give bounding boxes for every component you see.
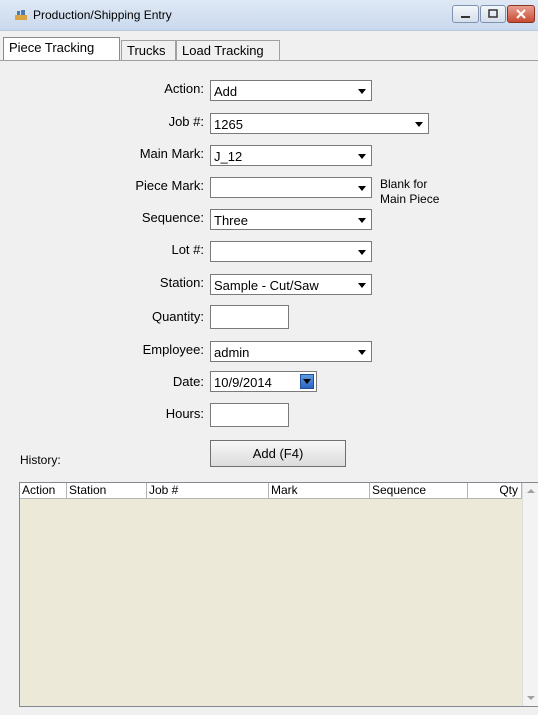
chevron-down-icon — [354, 243, 370, 260]
station-value: Sample - Cut/Saw — [214, 278, 319, 293]
tab-load-tracking[interactable]: Load Tracking — [176, 40, 280, 60]
scroll-down-icon[interactable] — [527, 696, 535, 700]
date-value: 10/9/2014 — [214, 375, 272, 390]
app-icon — [15, 10, 27, 20]
action-value: Add — [214, 84, 238, 99]
tab-strip: Piece Tracking Trucks Load Tracking — [0, 36, 538, 61]
lot-select[interactable] — [210, 241, 372, 262]
station-select[interactable]: Sample - Cut/Saw — [210, 274, 372, 295]
tab-divider — [0, 60, 538, 61]
tab-piece-tracking[interactable]: Piece Tracking — [3, 37, 120, 61]
lot-label: Lot #: — [171, 242, 204, 257]
column-header-mark[interactable]: Mark — [269, 483, 370, 499]
title-bar: Production/Shipping Entry — [0, 0, 538, 31]
sequence-label: Sequence: — [141, 210, 204, 225]
piece-mark-label: Piece Mark: — [135, 178, 204, 193]
chevron-down-icon — [411, 115, 427, 132]
chevron-down-icon — [354, 211, 370, 228]
maximize-button[interactable] — [480, 5, 506, 23]
piece-mark-hint-line1: Blank for — [380, 177, 428, 191]
maximize-icon — [488, 9, 498, 18]
column-header-station[interactable]: Station — [67, 483, 147, 499]
sequence-select[interactable]: Three — [210, 209, 372, 230]
main-mark-value: J_12 — [214, 149, 243, 164]
add-button[interactable]: Add (F4) — [210, 440, 346, 467]
minimize-button[interactable] — [452, 5, 479, 23]
employee-select[interactable]: admin — [210, 341, 372, 362]
station-label: Station: — [159, 275, 204, 290]
chevron-down-icon — [354, 147, 370, 164]
column-header-sequence[interactable]: Sequence — [370, 483, 468, 499]
chevron-down-icon — [354, 276, 370, 293]
column-header-action[interactable]: Action — [20, 483, 67, 499]
employee-value: admin — [214, 345, 250, 360]
piece-mark-select[interactable] — [210, 177, 372, 198]
date-picker[interactable]: 10/9/2014 — [210, 371, 317, 392]
close-button[interactable] — [507, 5, 535, 23]
piece-mark-hint-line2: Main Piece — [380, 192, 440, 206]
employee-label: Employee: — [142, 342, 204, 357]
window-title: Production/Shipping Entry — [33, 8, 172, 22]
column-header-job[interactable]: Job # — [147, 483, 269, 499]
main-mark-label: Main Mark: — [139, 146, 204, 161]
piece-mark-hint: Blank for Main Piece — [380, 177, 439, 207]
chevron-down-icon — [354, 343, 370, 360]
close-icon — [516, 9, 526, 19]
history-grid[interactable]: Action Station Job # Mark Sequence Qty — [19, 482, 538, 707]
calendar-dropdown-icon[interactable] — [300, 374, 314, 389]
hours-input[interactable] — [210, 403, 289, 427]
action-label: Action: — [164, 81, 204, 96]
minimize-icon — [461, 16, 470, 18]
action-select[interactable]: Add — [210, 80, 372, 101]
quantity-input[interactable] — [210, 305, 289, 329]
sequence-value: Three — [214, 213, 248, 228]
chevron-down-icon — [354, 82, 370, 99]
chevron-down-icon — [354, 179, 370, 196]
tab-trucks[interactable]: Trucks — [121, 40, 176, 60]
main-mark-select[interactable]: J_12 — [210, 145, 372, 166]
job-value: 1265 — [214, 117, 243, 132]
job-select[interactable]: 1265 — [210, 113, 429, 134]
column-header-qty[interactable]: Qty — [468, 483, 522, 499]
date-label: Date: — [172, 374, 204, 389]
history-label: History: — [20, 453, 61, 467]
job-label: Job #: — [168, 114, 204, 129]
hours-label: Hours: — [165, 406, 204, 421]
vertical-scrollbar[interactable] — [522, 483, 538, 706]
scroll-up-icon[interactable] — [527, 489, 535, 493]
quantity-label: Quantity: — [151, 309, 204, 324]
